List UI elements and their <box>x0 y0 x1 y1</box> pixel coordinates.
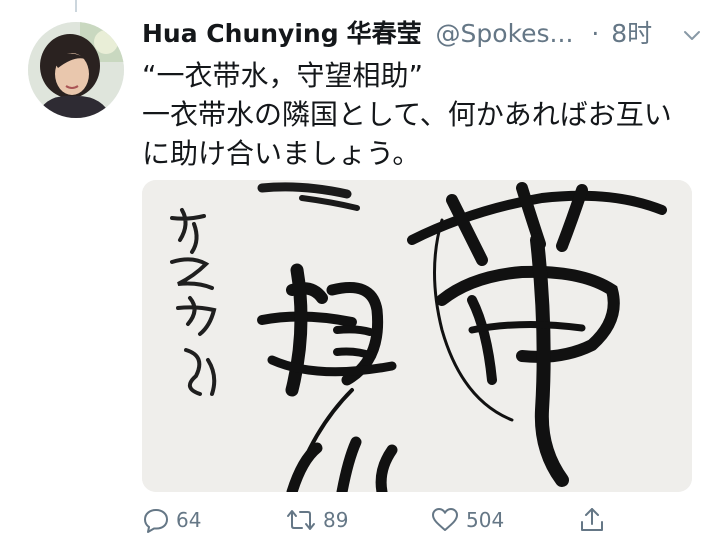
reply-button[interactable]: 64 <box>142 500 201 540</box>
calligraphy-image <box>142 180 692 492</box>
like-count: 504 <box>466 508 505 532</box>
tweet-text-line: 一衣带水の隣国として、何かあればお互い <box>142 98 672 131</box>
like-button[interactable]: 504 <box>430 500 504 540</box>
reply-icon <box>142 506 170 534</box>
retweet-button[interactable]: 89 <box>285 500 348 540</box>
reply-count: 64 <box>176 508 202 532</box>
heart-icon <box>430 506 460 534</box>
user-handle[interactable]: @Spokes... <box>436 19 574 48</box>
timestamp[interactable]: 8时 <box>611 19 652 48</box>
retweet-count: 89 <box>323 508 349 532</box>
avatar[interactable] <box>28 22 124 118</box>
tweet-text: “一衣带水，守望相助” 一衣带水の隣国として、何かあればお互い に助け合いましょ… <box>142 56 702 173</box>
retweet-icon <box>285 506 317 534</box>
share-icon <box>578 506 606 534</box>
tweet-text-line: “一衣带水，守望相助” <box>142 59 424 92</box>
tweet-actions: 64 89 504 <box>0 500 720 540</box>
display-name[interactable]: Hua Chunying <box>142 19 339 48</box>
separator-dot: · <box>591 19 600 48</box>
thread-connector-line <box>75 0 77 12</box>
chevron-down-icon[interactable] <box>680 24 704 48</box>
tweet-media-image[interactable] <box>142 180 692 492</box>
display-name-cjk[interactable]: 华春莹 <box>347 19 422 48</box>
tweet-text-line: に助け合いましょう。 <box>142 137 421 170</box>
tweet-header: Hua Chunying 华春莹 @Spokes... · 8时 <box>142 14 702 54</box>
share-button[interactable] <box>578 500 606 540</box>
